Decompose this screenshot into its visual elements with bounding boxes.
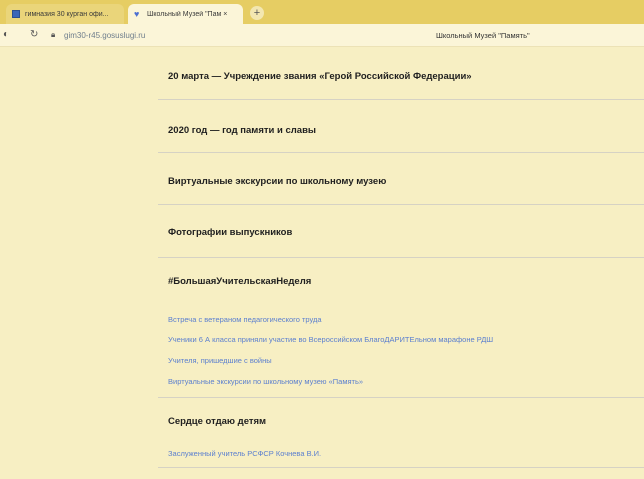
- tab-strip: гимназия 30 курган офи... ♥ Школьный Муз…: [0, 0, 644, 24]
- lock-icon[interactable]: 🔒︎: [51, 30, 55, 40]
- new-tab-button[interactable]: +: [250, 6, 264, 20]
- link-veteran-meeting[interactable]: Встреча с ветераном педагогического труд…: [168, 315, 322, 324]
- divider: [158, 204, 644, 205]
- tab-school-museum[interactable]: ♥ Школьный Музей "Пам ×: [128, 4, 243, 24]
- divider: [158, 467, 644, 468]
- heart-favicon-icon: ♥: [134, 9, 140, 19]
- divider: [158, 99, 644, 100]
- section-virtual-tours[interactable]: Виртуальные экскурсии по школьному музею: [168, 176, 386, 187]
- tab-label: Школьный Музей "Пам ×: [147, 10, 228, 18]
- link-honored-teacher[interactable]: Заслуженный учитель РСФСР Кочнева В.И.: [168, 449, 321, 458]
- divider: [158, 397, 644, 398]
- link-war-teachers[interactable]: Учителя, пришедшие с войны: [168, 356, 272, 365]
- page-title: Школьный Музей "Память": [436, 31, 530, 40]
- page-content: 20 марта — Учреждение звания «Герой Росс…: [0, 47, 644, 479]
- divider: [158, 257, 644, 258]
- reload-icon[interactable]: ↻: [30, 29, 38, 40]
- divider: [158, 152, 644, 153]
- back-icon[interactable]: ◐: [3, 29, 9, 40]
- section-graduate-photos[interactable]: Фотографии выпускников: [168, 227, 292, 238]
- section-heart-to-children[interactable]: Сердце отдаю детям: [168, 416, 266, 427]
- tab-label: гимназия 30 курган офи...: [25, 10, 109, 18]
- link-museum-tours[interactable]: Виртуальные экскурсии по школьному музею…: [168, 377, 363, 386]
- site-favicon-icon: [12, 10, 20, 18]
- tab-gymnasium[interactable]: гимназия 30 курган офи...: [6, 4, 124, 24]
- section-hero-day[interactable]: 20 марта — Учреждение звания «Герой Росс…: [168, 71, 472, 82]
- address-bar: ◐ ↻ 🔒︎ gim30-r45.gosuslugi.ru Школьный М…: [0, 24, 644, 47]
- link-rdsh-marathon[interactable]: Ученики 6 А класса приняли участие во Вс…: [168, 335, 493, 344]
- url-field[interactable]: gim30-r45.gosuslugi.ru: [64, 31, 145, 40]
- section-year-of-memory[interactable]: 2020 год — год памяти и славы: [168, 125, 316, 136]
- section-teacher-week[interactable]: #БольшаяУчительскаяНеделя: [168, 276, 311, 287]
